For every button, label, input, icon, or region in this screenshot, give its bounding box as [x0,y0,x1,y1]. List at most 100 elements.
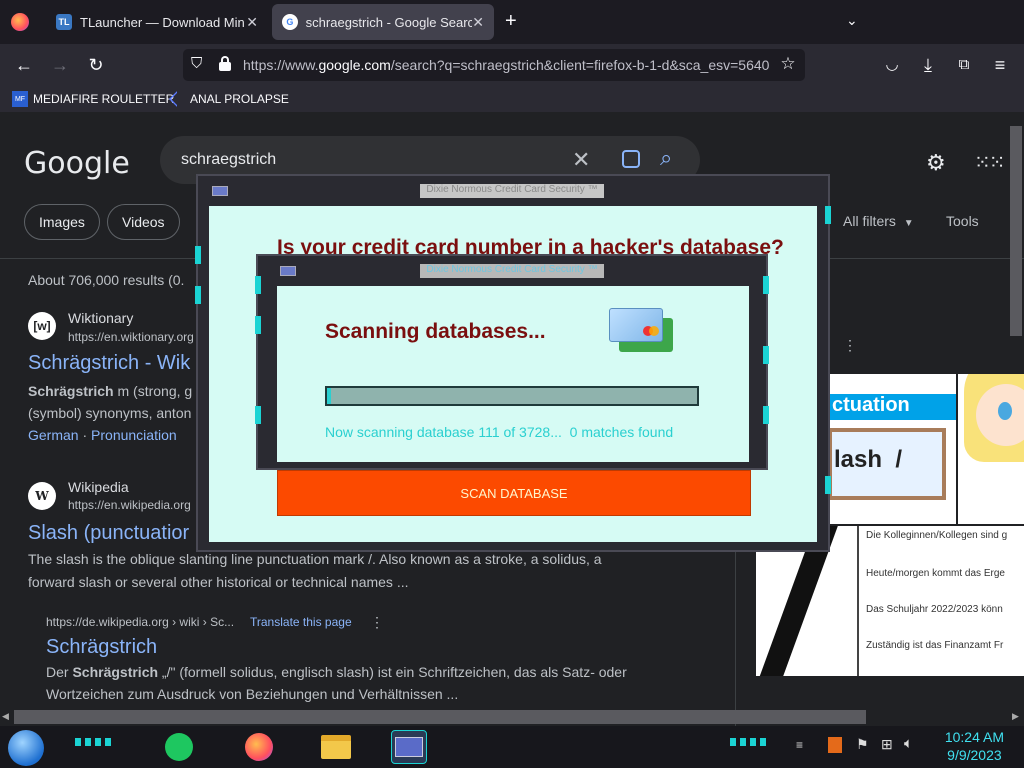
frame-notch [825,476,831,494]
all-filters-button[interactable]: All filters ▼ [843,213,914,229]
apps-grid-icon[interactable]: ⁙⁙ [974,150,1005,175]
file-explorer-icon[interactable] [318,730,354,764]
tray-app-icon[interactable] [828,737,842,753]
bookmark-label: ANAL PROLAPSE [190,92,289,106]
image-box: lash / [828,428,946,500]
image-divider [857,526,859,676]
google-logo[interactable]: Google [24,146,130,181]
snippet-bold: Schrägstrich [28,383,114,399]
tab-tlauncher[interactable]: TL TLauncher — Download Minec ✕ [46,4,268,40]
popup-title: Dixie Normous Credit Card Security ™ [420,264,604,278]
settings-gear-icon[interactable]: ⚙ [926,150,946,176]
navigation-bar: ← → ↻ ⛉ https://www. google.com/search?q=… [0,44,1024,86]
frame-notch [763,406,769,424]
result-title-link[interactable]: Schrägstrich - Wik [28,352,190,375]
result-title-link[interactable]: Slash (punctuatior [28,522,189,545]
mediafire-icon: MF [12,91,28,107]
taskbar-accent [75,738,115,746]
image-line: Zuständig ist das Finanzamt Fr [866,640,1004,651]
image-line: Das Schuljahr 2022/2023 könn [866,604,1003,615]
lens-camera-icon[interactable] [622,150,640,168]
lock-icon[interactable] [219,56,231,71]
new-tab-button[interactable]: + [505,10,517,33]
horizontal-scrollbar[interactable] [14,710,866,724]
bookmark-star-icon[interactable]: ☆ [777,54,799,76]
search-icon[interactable]: ⌕ [660,145,672,171]
url-domain: google.com [318,57,391,73]
wiktionary-favicon-icon: [w] [28,312,56,340]
network-icon[interactable]: ⊞ [881,736,893,753]
more-options-icon[interactable]: ⋮ [370,614,384,631]
clear-search-icon[interactable]: ✕ [572,147,590,173]
pocket-icon[interactable]: ◡ [879,52,905,78]
bookmark-label: MEDIAFIRE ROULETTER [33,92,175,106]
popup-app-taskbar-icon[interactable] [391,730,427,764]
taskbar: ≡ ⚑ ⊞ 🔈︎ 10:24 AM 9/9/2023 [0,726,1024,768]
close-tab-icon[interactable]: ✕ [246,14,258,31]
reload-icon[interactable]: ↻ [83,52,109,78]
popup-title: Dixie Normous Credit Card Security ™ [420,184,604,198]
shield-icon[interactable]: ⛉ [191,55,202,72]
result-snippet-line2: forward slash or several other historica… [28,574,409,590]
progress-bar [325,386,699,406]
firefox-menu-icon[interactable] [11,13,29,31]
tlauncher-favicon-icon: TL [56,14,72,30]
scan-database-button[interactable]: SCAN DATABASE [277,470,751,516]
tab-google-search[interactable]: G schraegstrich - Google Search ✕ [272,4,494,40]
bookmark-second[interactable]: ANAL PROLAPSE [169,91,289,107]
tab-bar: TL TLauncher — Download Minec ✕ G schrae… [0,0,1024,44]
app-menu-icon[interactable]: ≡ [987,52,1013,78]
image-banner: ctuation [828,394,956,420]
result-url[interactable]: https://de.wikipedia.org › wiki › Sc... [46,615,234,629]
result-url[interactable]: https://en.wikipedia.org [68,498,191,512]
back-icon[interactable]: ← [11,52,37,78]
chip-videos[interactable]: Videos [107,204,180,240]
image-line: Die Kolleginnen/Kollegen sind g [866,530,1008,541]
frame-notch [255,316,261,334]
frame-notch [195,246,201,264]
tools-button[interactable]: Tools [946,213,979,229]
credit-card-icon [609,308,675,354]
scanning-heading: Scanning databases... [325,320,546,343]
result-url[interactable]: https://en.wiktionary.org [68,330,194,344]
clock-time: 10:24 AM [944,729,1004,745]
progress-fill [327,388,331,404]
frame-notch [825,206,831,224]
notes-app-icon[interactable] [161,730,197,764]
scroll-right-icon[interactable]: ▶ [1012,711,1019,722]
extensions-icon[interactable]: ⧉ [951,52,977,78]
volume-icon[interactable]: 🔈︎ [904,735,913,752]
url-bar[interactable]: ⛉ https://www. google.com/search?q=schrae… [183,49,805,81]
google-favicon-icon: G [282,14,298,30]
more-options-icon[interactable]: ⋮ [843,337,857,354]
wikipedia-favicon-icon: W [28,482,56,510]
result-sublinks: German · Pronunciation [28,427,177,443]
scam-popup-front: Dixie Normous Credit Card Security ™ Sca… [255,254,769,470]
system-clock[interactable]: 10:24 AM 9/9/2023 [945,728,1004,764]
vertical-scrollbar[interactable] [1010,126,1022,336]
scroll-left-icon[interactable]: ◀ [2,711,9,722]
image-thumbnail[interactable] [958,374,1024,524]
snippet-pre: Der [46,664,73,680]
sublink-pronunciation[interactable]: Pronunciation [91,427,177,443]
url-prefix: https://www. [243,57,319,73]
popup-content: Scanning databases... Now scanning datab… [277,286,749,462]
all-filters-label: All filters [843,213,896,229]
translate-link[interactable]: Translate this page [250,615,352,629]
bookmark-mediafire[interactable]: MF MEDIAFIRE ROULETTER [12,91,174,107]
result-title-link[interactable]: Schrägstrich [46,636,157,659]
flag-icon[interactable]: ⚑ [856,736,869,753]
tray-chevron-icon[interactable]: ≡ [796,738,803,752]
result-stats: About 706,000 results (0. [28,272,185,288]
sublink-german[interactable]: German [28,427,79,443]
flag-icon [169,91,185,107]
list-tabs-icon[interactable]: ⌄ [846,12,858,29]
frame-notch [763,346,769,364]
firefox-taskbar-icon[interactable] [241,730,277,764]
forward-icon[interactable]: → [47,52,73,78]
start-orb-icon[interactable] [8,730,44,766]
downloads-icon[interactable]: ⤓ [915,52,941,78]
tab-title: TLauncher — Download Minec [80,14,245,30]
close-tab-icon[interactable]: ✕ [472,14,484,31]
chip-images[interactable]: Images [24,204,100,240]
